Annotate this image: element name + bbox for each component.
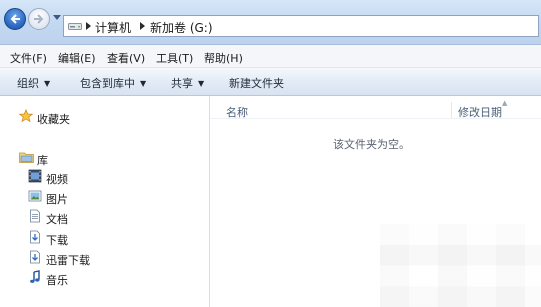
sort-caret-icon: ▲ <box>502 99 508 107</box>
nav-favorites-label: 收藏夹 <box>37 113 70 126</box>
document-library-icon <box>30 209 40 223</box>
menu-edit[interactable]: 编辑(E) <box>58 50 96 66</box>
chevron-down-icon: ▼ <box>44 79 51 88</box>
video-library-icon <box>28 169 42 183</box>
column-header-name[interactable]: 名称 <box>226 104 248 120</box>
column-header-date[interactable]: 修改日期 <box>458 104 502 120</box>
download-icon <box>30 230 40 244</box>
file-list-pane[interactable]: 名称 修改日期 ▲ 该文件夹为空。 <box>210 96 541 307</box>
chevron-down-icon: ▼ <box>198 79 205 88</box>
download-folder-icon <box>30 250 40 264</box>
nav-item-label: 音乐 <box>46 274 68 287</box>
nav-item-label: 文档 <box>46 213 68 226</box>
back-button[interactable] <box>4 8 26 30</box>
nav-item-label: 下载 <box>46 234 68 247</box>
empty-folder-message: 该文件夹为空。 <box>333 138 410 151</box>
address-path-box[interactable]: 计算机 新加卷 (G:) <box>63 15 539 37</box>
organize-button[interactable]: 组织 ▼ <box>17 75 50 91</box>
nav-item-label: 迅雷下载 <box>46 254 90 267</box>
menu-bar: 文件(F) 编辑(E) 查看(V) 工具(T) 帮助(H) <box>0 45 541 68</box>
include-library-label: 包含到库中 <box>80 77 135 90</box>
nav-libraries-label: 库 <box>37 154 48 167</box>
picture-library-icon <box>28 190 42 202</box>
chevron-down-icon[interactable] <box>53 15 61 21</box>
breadcrumb-drive[interactable]: 新加卷 (G:) <box>150 19 213 36</box>
column-divider[interactable] <box>451 102 452 118</box>
library-folder-icon <box>19 152 34 163</box>
breadcrumb-computer[interactable]: 计算机 <box>95 19 131 36</box>
menu-file[interactable]: 文件(F) <box>10 50 47 66</box>
share-label: 共享 <box>171 77 193 90</box>
blurred-region <box>380 224 541 307</box>
music-note-icon <box>30 270 40 283</box>
column-header-row: 名称 修改日期 ▲ <box>210 99 541 120</box>
forward-arrow-icon <box>34 14 44 24</box>
include-library-button[interactable]: 包含到库中 ▼ <box>80 75 146 91</box>
organize-label: 组织 <box>17 77 39 90</box>
chevron-down-icon: ▼ <box>140 79 147 88</box>
menu-tools[interactable]: 工具(T) <box>156 50 193 66</box>
drive-icon <box>68 23 82 30</box>
nav-item-label: 视频 <box>46 173 68 186</box>
new-folder-button[interactable]: 新建文件夹 <box>229 75 284 91</box>
command-bar: 组织 ▼ 包含到库中 ▼ 共享 ▼ 新建文件夹 <box>0 68 541 96</box>
nav-item-label: 图片 <box>46 193 68 206</box>
back-arrow-icon <box>10 14 20 24</box>
share-button[interactable]: 共享 ▼ <box>171 75 204 91</box>
breadcrumb-separator-icon <box>86 22 91 30</box>
menu-help[interactable]: 帮助(H) <box>204 50 243 66</box>
address-bar: 计算机 新加卷 (G:) <box>0 0 541 45</box>
star-icon <box>19 109 33 123</box>
navigation-pane: 收藏夹 库 视频 图片 文档 下载 迅雷下载 音乐 <box>0 96 210 307</box>
menu-view[interactable]: 查看(V) <box>107 50 145 66</box>
breadcrumb-separator-icon <box>140 22 145 30</box>
forward-button[interactable] <box>28 8 50 30</box>
